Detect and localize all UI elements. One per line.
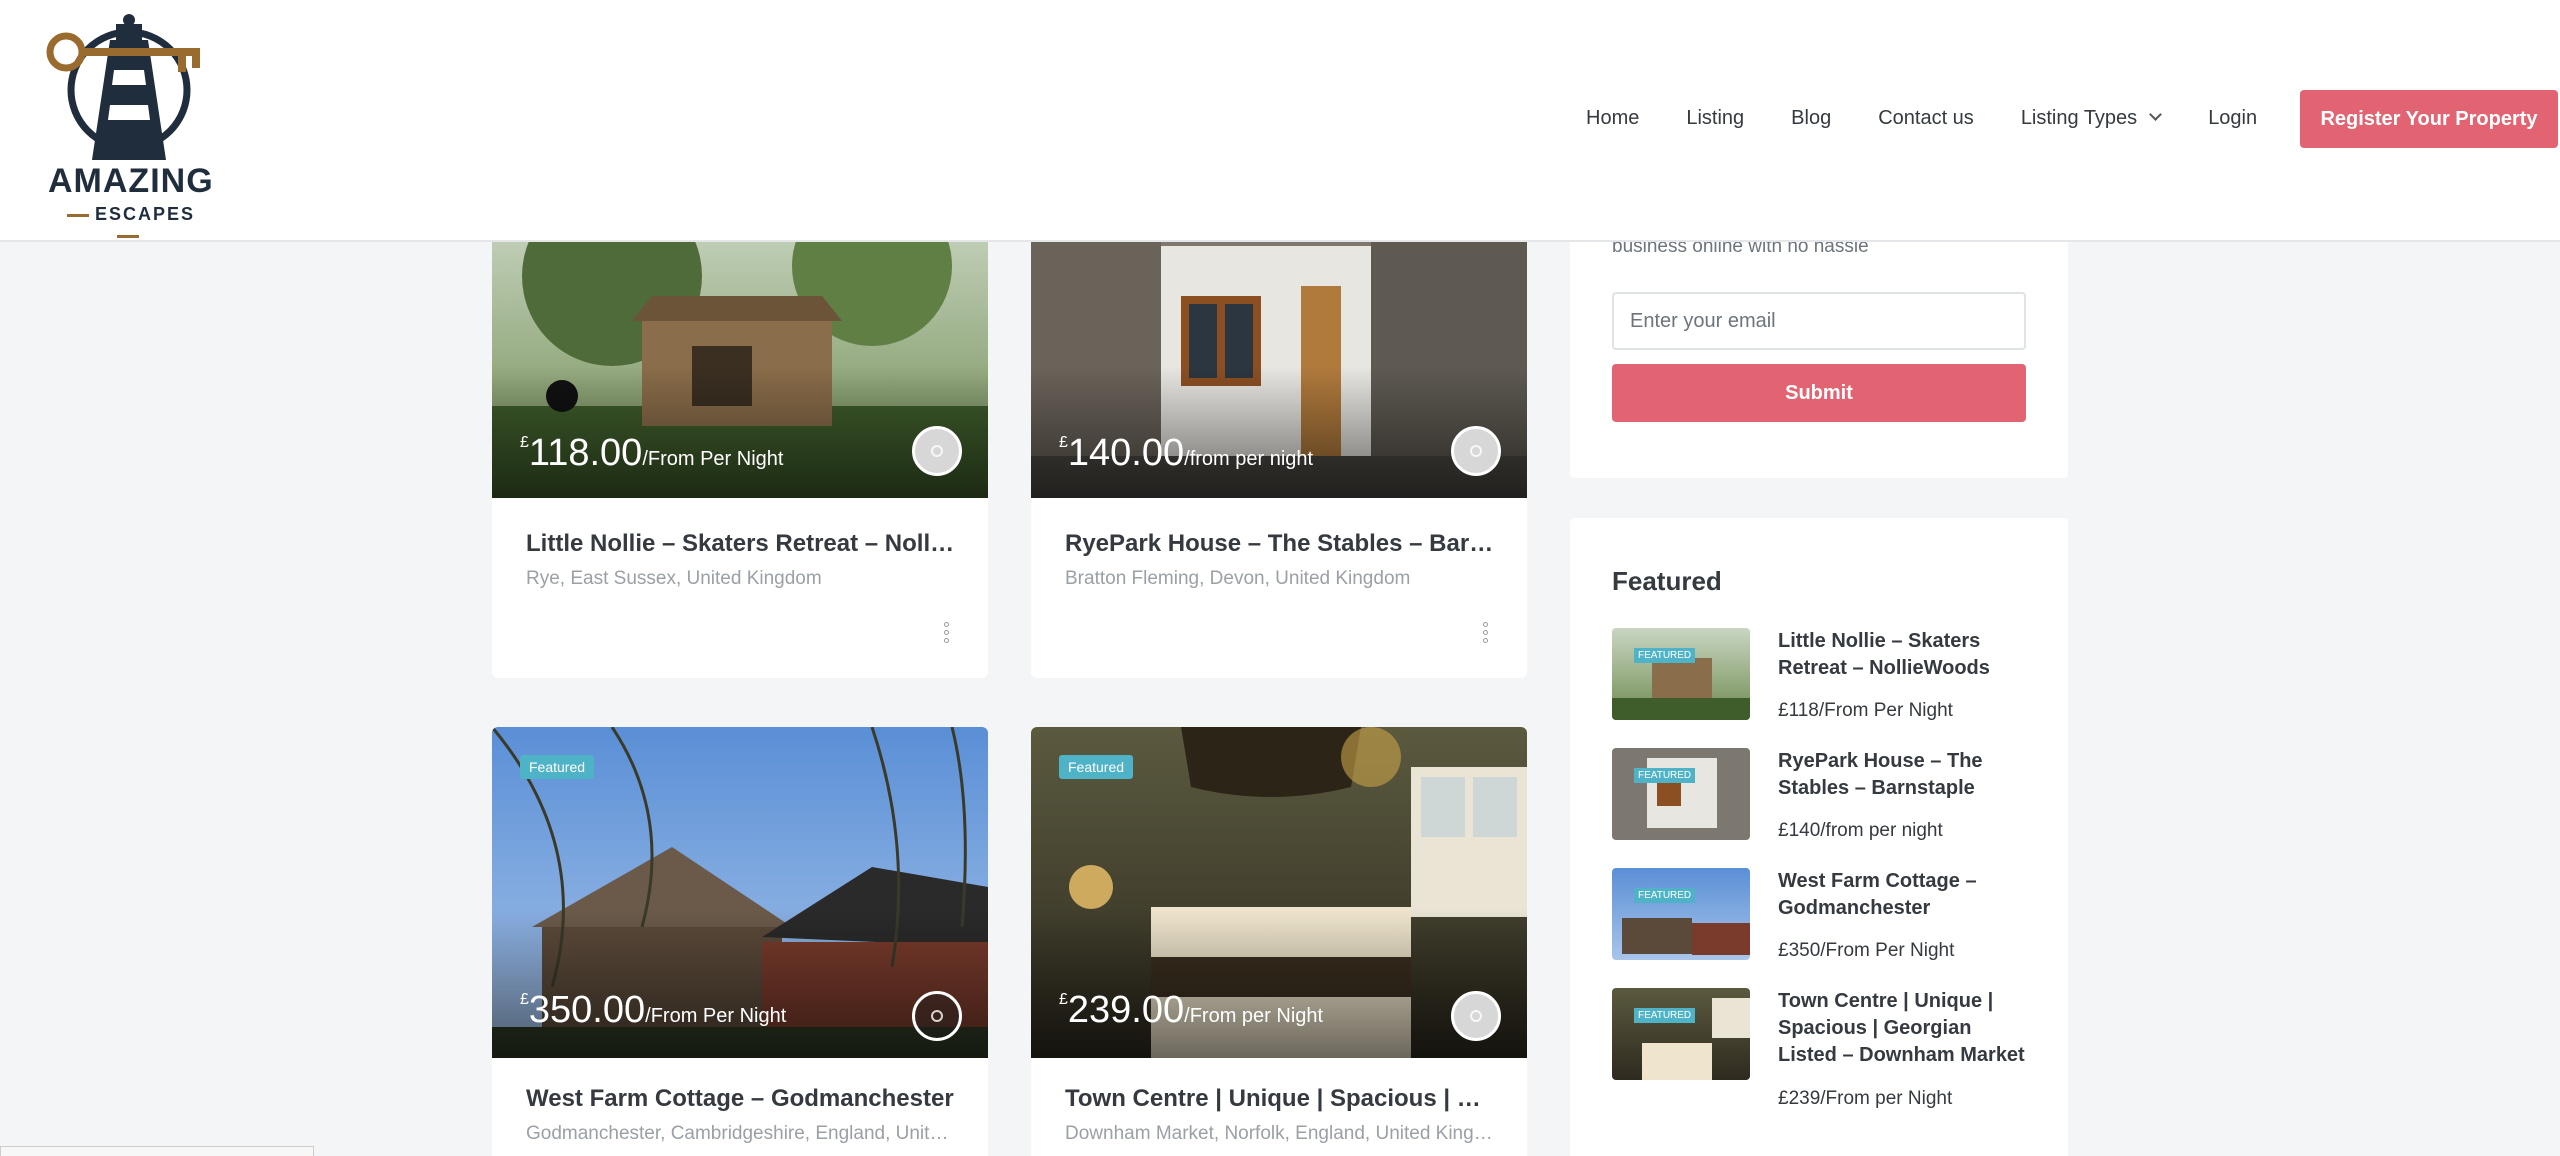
nav-contact-us[interactable]: Contact us [1878, 107, 1974, 130]
main-nav: Home Listing Blog Contact us Listing Typ… [1586, 100, 2257, 136]
register-property-button[interactable]: Register Your Property [2300, 90, 2558, 148]
featured-thumbnail[interactable]: FEATURED [1612, 628, 1750, 720]
chevron-down-icon[interactable] [2149, 107, 2163, 121]
featured-item[interactable]: FEATURED Little Nollie – Skaters Retreat… [1612, 628, 2032, 724]
email-input[interactable]: Enter your email [1612, 292, 2026, 350]
nav-listing-types[interactable]: Listing Types [2021, 107, 2137, 130]
listing-card[interactable]: £118.00/From Per Night Little Nollie – S… [492, 206, 988, 678]
featured-item[interactable]: FEATURED RyePark House – The Stables – B… [1612, 748, 2032, 844]
listing-price: £118.00/From Per Night [520, 432, 784, 474]
featured-item-name[interactable]: RyePark House – The Stables – Barnstaple [1778, 748, 2032, 802]
user-icon [931, 1010, 943, 1022]
featured-item-name[interactable]: Little Nollie – Skaters Retreat – Nollie… [1778, 628, 2032, 682]
nav-login[interactable]: Login [2208, 107, 2257, 130]
listing-location: Rye, East Sussex, United Kingdom [526, 568, 822, 589]
featured-badge: Featured [1059, 755, 1134, 779]
featured-item-price: £140/from per night [1778, 820, 1943, 841]
user-icon [1470, 445, 1482, 457]
featured-item-price: £239/From per Night [1778, 1088, 1953, 1109]
lighthouse-key-icon [46, 14, 200, 160]
listing-title[interactable]: West Farm Cottage – Godmanchester [526, 1085, 958, 1113]
browser-status-bar [0, 1146, 314, 1156]
listing-card[interactable]: Featured £350.00/From Per Night West Far… [492, 727, 988, 1156]
featured-item[interactable]: FEATURED Town Centre | Unique | Spacious… [1612, 988, 2032, 1118]
featured-thumb-badge: FEATURED [1634, 768, 1696, 783]
logo-text-escapes: ESCAPES [48, 204, 208, 246]
listing-card[interactable]: Featured £239.00/From per Night Town Cen… [1031, 727, 1527, 1156]
listing-title[interactable]: Town Centre | Unique | Spacious | Georgi… [1065, 1085, 1497, 1113]
listing-title[interactable]: Little Nollie – Skaters Retreat – Nollie… [526, 530, 958, 558]
user-icon [931, 445, 943, 457]
listing-location: Bratton Fleming, Devon, United Kingdom [1065, 568, 1411, 589]
site-header: AMAZING ESCAPES Home Listing Blog Contac… [0, 0, 2560, 242]
featured-heading: Featured [1612, 566, 1722, 596]
nav-home[interactable]: Home [1586, 107, 1639, 130]
listing-price: £239.00/From per Night [1059, 989, 1324, 1031]
host-avatar[interactable] [912, 426, 962, 476]
host-avatar[interactable] [1451, 991, 1501, 1041]
listing-location: Godmanchester, Cambridgeshire, England, … [526, 1123, 958, 1144]
featured-thumbnail[interactable]: FEATURED [1612, 988, 1750, 1080]
featured-thumbnail[interactable]: FEATURED [1612, 748, 1750, 840]
featured-badge: Featured [520, 755, 595, 779]
featured-thumb-badge: FEATURED [1634, 888, 1696, 903]
submit-button[interactable]: Submit [1612, 364, 2026, 422]
featured-thumb-badge: FEATURED [1634, 648, 1696, 663]
listing-location: Downham Market, Norfolk, England, United… [1065, 1123, 1497, 1144]
listing-card[interactable]: £140.00/from per night RyePark House – T… [1031, 206, 1527, 678]
listing-price: £350.00/From Per Night [520, 989, 787, 1031]
featured-item-name[interactable]: West Farm Cottage – Godmanchester [1778, 868, 2032, 922]
nav-listing[interactable]: Listing [1686, 107, 1744, 130]
host-avatar[interactable] [1451, 426, 1501, 476]
user-icon [1470, 1010, 1482, 1022]
featured-item-name[interactable]: Town Centre | Unique | Spacious | Georgi… [1778, 988, 2032, 1069]
listing-price: £140.00/from per night [1059, 432, 1314, 474]
featured-thumb-badge: FEATURED [1634, 1008, 1696, 1023]
site-logo[interactable]: AMAZING ESCAPES [44, 10, 214, 224]
listing-title[interactable]: RyePark House – The Stables – Barnstaple [1065, 530, 1497, 558]
featured-thumbnail[interactable]: FEATURED [1612, 868, 1750, 960]
featured-item-price: £118/From Per Night [1778, 700, 1953, 721]
nav-blog[interactable]: Blog [1791, 107, 1831, 130]
featured-item-price: £350/From Per Night [1778, 940, 1955, 961]
more-options-icon[interactable] [1483, 622, 1489, 643]
more-options-icon[interactable] [944, 622, 950, 643]
featured-item[interactable]: FEATURED West Farm Cottage – Godmanchest… [1612, 868, 2032, 964]
logo-text-amazing: AMAZING [48, 162, 214, 200]
featured-widget: Featured FEATURED Little Nollie – Skater… [1570, 518, 2068, 1156]
host-avatar[interactable] [912, 991, 962, 1041]
